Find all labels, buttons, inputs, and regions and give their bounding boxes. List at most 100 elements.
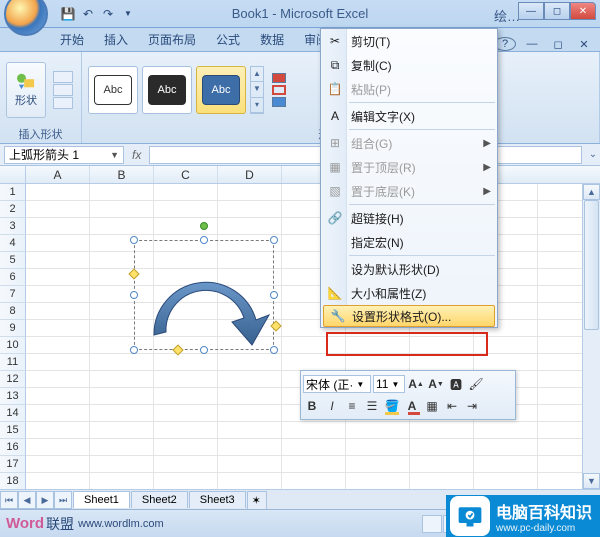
cell[interactable] xyxy=(218,439,282,455)
grow-font-icon[interactable]: A▲ xyxy=(407,375,425,393)
minimize-button[interactable]: — xyxy=(518,2,544,20)
tab-home[interactable]: 开始 xyxy=(50,28,94,51)
menu-assign-macro[interactable]: 指定宏(N) xyxy=(321,230,497,254)
row-header[interactable]: 8 xyxy=(0,303,26,320)
vertical-scrollbar[interactable]: ▲ ▼ xyxy=(582,184,600,489)
tab-formula[interactable]: 公式 xyxy=(206,28,250,51)
scroll-thumb[interactable] xyxy=(584,200,599,330)
name-box[interactable]: 上弧形箭头 1 ▼ xyxy=(4,146,124,164)
row-header[interactable]: 5 xyxy=(0,252,26,269)
row-header[interactable]: 2 xyxy=(0,201,26,218)
col-header[interactable]: C xyxy=(154,166,218,183)
cell[interactable] xyxy=(154,473,218,489)
cell[interactable] xyxy=(282,337,346,353)
cell[interactable] xyxy=(474,439,538,455)
border-button[interactable]: ▦ xyxy=(423,397,441,415)
cell[interactable] xyxy=(218,405,282,421)
cell[interactable] xyxy=(218,218,282,234)
redo-icon[interactable]: ↷ xyxy=(100,6,116,22)
save-icon[interactable]: 💾 xyxy=(60,6,76,22)
italic-button[interactable]: I xyxy=(323,397,341,415)
cell[interactable] xyxy=(346,439,410,455)
cell[interactable] xyxy=(474,422,538,438)
row-header[interactable]: 16 xyxy=(0,439,26,456)
new-sheet-button[interactable]: ✶ xyxy=(247,491,267,509)
maximize-button[interactable]: ◻ xyxy=(544,2,570,20)
cell[interactable] xyxy=(26,286,90,302)
formula-bar-expand-icon[interactable]: ⌄ xyxy=(586,149,600,160)
resize-handle[interactable] xyxy=(270,346,278,354)
cell[interactable] xyxy=(154,201,218,217)
cell[interactable] xyxy=(90,388,154,404)
cell[interactable] xyxy=(154,439,218,455)
cell[interactable] xyxy=(410,354,474,370)
col-header[interactable]: B xyxy=(90,166,154,183)
cell[interactable] xyxy=(218,456,282,472)
cell[interactable] xyxy=(26,303,90,319)
align-center-icon[interactable]: ≡ xyxy=(343,397,361,415)
cell[interactable] xyxy=(26,235,90,251)
style-icon[interactable]: 🅰 xyxy=(447,375,465,393)
menu-bring-front[interactable]: ▦置于顶层(R)▶ xyxy=(321,155,497,179)
resize-handle[interactable] xyxy=(270,291,278,299)
close-child-icon[interactable]: ✕ xyxy=(574,37,594,51)
cell[interactable] xyxy=(26,371,90,387)
row-header[interactable]: 3 xyxy=(0,218,26,235)
cell[interactable] xyxy=(90,201,154,217)
cell[interactable] xyxy=(26,252,90,268)
shape-effects-button[interactable] xyxy=(272,97,286,107)
font-color-button[interactable]: A xyxy=(403,397,421,415)
cell[interactable] xyxy=(218,371,282,387)
cells-area[interactable] xyxy=(26,184,600,490)
scroll-down-button[interactable]: ▼ xyxy=(583,473,600,489)
shape-outline-button[interactable] xyxy=(272,85,286,95)
cell[interactable] xyxy=(26,320,90,336)
tab-insert[interactable]: 插入 xyxy=(94,28,138,51)
row-header[interactable]: 6 xyxy=(0,269,26,286)
cell[interactable] xyxy=(282,422,346,438)
cell[interactable] xyxy=(346,473,410,489)
row-header[interactable]: 15 xyxy=(0,422,26,439)
cell[interactable] xyxy=(282,456,346,472)
cell[interactable] xyxy=(474,354,538,370)
cell[interactable] xyxy=(346,354,410,370)
cell[interactable] xyxy=(218,422,282,438)
bold-button[interactable]: B xyxy=(303,397,321,415)
cell[interactable] xyxy=(474,337,538,353)
name-box-dropdown-icon[interactable]: ▼ xyxy=(110,150,119,160)
cell[interactable] xyxy=(410,439,474,455)
font-size-selector[interactable]: 11▼ xyxy=(373,375,405,393)
menu-set-default[interactable]: 设为默认形状(D) xyxy=(321,257,497,281)
cell[interactable] xyxy=(154,388,218,404)
resize-handle[interactable] xyxy=(270,236,278,244)
shape-fill-button[interactable] xyxy=(272,73,286,83)
cell[interactable] xyxy=(154,354,218,370)
cell[interactable] xyxy=(346,456,410,472)
cell[interactable] xyxy=(26,388,90,404)
resize-handle[interactable] xyxy=(130,291,138,299)
menu-hyperlink[interactable]: 🔗超链接(H) xyxy=(321,206,497,230)
row-header[interactable]: 10 xyxy=(0,337,26,354)
menu-group[interactable]: ⊞组合(G)▶ xyxy=(321,131,497,155)
fill-color-button[interactable]: 🪣 xyxy=(383,397,401,415)
cell[interactable] xyxy=(26,456,90,472)
minimize-ribbon-icon[interactable]: — xyxy=(522,37,542,51)
align-justify-icon[interactable]: ☰ xyxy=(363,397,381,415)
undo-icon[interactable]: ↶ xyxy=(80,6,96,22)
resize-handle[interactable] xyxy=(200,236,208,244)
scroll-up-button[interactable]: ▲ xyxy=(583,184,600,200)
cell[interactable] xyxy=(26,405,90,421)
col-header[interactable]: D xyxy=(218,166,282,183)
cell[interactable] xyxy=(90,371,154,387)
shape-style-gallery[interactable]: Abc Abc Abc ▲▼▾ xyxy=(88,66,264,114)
style-item-1[interactable]: Abc xyxy=(88,66,138,114)
cell[interactable] xyxy=(154,184,218,200)
sheet-tab-1[interactable]: Sheet1 xyxy=(73,491,130,508)
row-header[interactable]: 1 xyxy=(0,184,26,201)
cell[interactable] xyxy=(218,354,282,370)
col-header[interactable]: A xyxy=(26,166,90,183)
cell[interactable] xyxy=(90,405,154,421)
cell[interactable] xyxy=(26,184,90,200)
close-button[interactable]: ✕ xyxy=(570,2,596,20)
shrink-font-icon[interactable]: A▼ xyxy=(427,375,445,393)
